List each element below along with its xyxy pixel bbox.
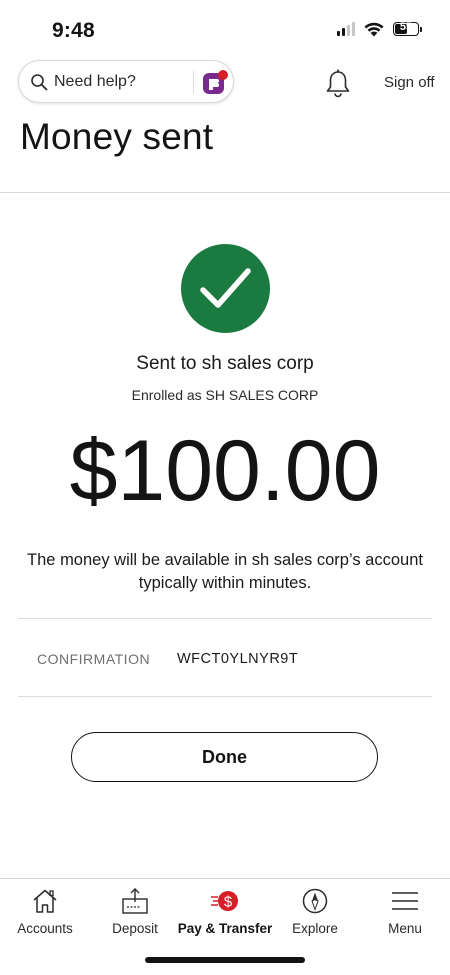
divider — [18, 696, 432, 697]
nav-item-menu[interactable]: Menu — [360, 879, 450, 949]
nav-item-deposit[interactable]: Deposit — [90, 879, 180, 949]
done-button[interactable]: Done — [71, 732, 378, 782]
nav-item-explore[interactable]: Explore — [270, 879, 360, 949]
search-icon — [31, 73, 48, 90]
home-icon — [33, 889, 57, 913]
hamburger-menu-icon — [392, 892, 418, 910]
cellular-signal-icon — [337, 22, 355, 36]
status-time: 9:48 — [52, 19, 95, 42]
nav-label-pay-transfer: Pay & Transfer — [177, 921, 273, 936]
battery-icon: 55 — [393, 21, 422, 36]
nav-item-pay-transfer[interactable]: $ Pay & Transfer — [177, 879, 273, 949]
bell-icon[interactable] — [325, 68, 351, 98]
wifi-icon — [364, 22, 384, 37]
battery-level: 55 — [399, 21, 413, 33]
enrolled-as-text: Enrolled as SH SALES CORP — [131, 387, 319, 403]
sign-off-link[interactable]: Sign off — [384, 74, 435, 91]
nav-label-explore: Explore — [292, 921, 338, 936]
search-placeholder: Need help? — [54, 72, 136, 90]
confirmation-label: CONFIRMATION — [37, 651, 151, 667]
availability-message: The money will be available in sh sales … — [27, 551, 423, 592]
home-indicator — [145, 957, 305, 963]
nav-label-accounts: Accounts — [17, 921, 73, 936]
divider — [18, 618, 432, 619]
confirmation-number: WFCT0YLNYR9T — [177, 651, 299, 667]
status-icons: 55 — [337, 21, 422, 37]
nav-label-deposit: Deposit — [112, 921, 158, 936]
deposit-icon — [122, 888, 148, 914]
nav-label-menu: Menu — [388, 921, 422, 936]
recipient-text: Sent to sh sales corp — [136, 353, 314, 374]
status-bar: 9:48 55 — [0, 0, 450, 60]
fargo-assistant-icon[interactable] — [200, 68, 230, 98]
search-divider — [193, 71, 194, 94]
checkmark-icon — [200, 268, 251, 308]
pay-transfer-icon: $ — [211, 891, 238, 911]
page-title: Money sent — [20, 116, 214, 157]
search-input[interactable]: Need help? — [18, 60, 234, 103]
nav-item-accounts[interactable]: Accounts — [0, 879, 90, 949]
success-badge — [181, 244, 270, 333]
svg-text:$: $ — [224, 894, 233, 911]
header-divider — [0, 192, 450, 193]
compass-icon — [302, 888, 328, 914]
amount-sent: $100.00 — [69, 423, 381, 519]
